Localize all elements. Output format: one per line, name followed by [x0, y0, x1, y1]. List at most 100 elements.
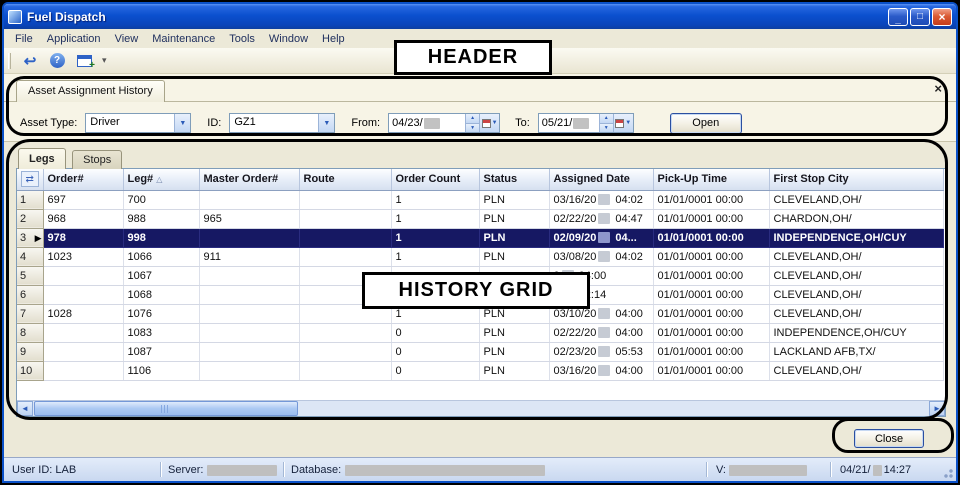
cell-assigned[interactable]: 03/16/20 04:00 [549, 361, 653, 380]
cell-route[interactable] [299, 228, 391, 247]
tab-legs[interactable]: Legs [18, 148, 66, 169]
cell-leg[interactable]: 1087 [123, 342, 199, 361]
column-chooser-button[interactable]: ⇄ [17, 169, 43, 190]
minimize-button[interactable]: _ [888, 8, 908, 26]
tab-stops[interactable]: Stops [72, 150, 122, 169]
cell-city[interactable]: CLEVELAND,OH/ [769, 266, 943, 285]
cell-pickup[interactable]: 01/01/0001 00:00 [653, 323, 769, 342]
cell-city[interactable]: CLEVELAND,OH/ [769, 247, 943, 266]
toolbar-overflow-icon[interactable]: ▾ [102, 55, 107, 66]
asset-type-select[interactable]: Driver ▼ [85, 113, 191, 133]
menu-item-window[interactable]: Window [262, 31, 315, 47]
calendar-button[interactable]: ▼ [479, 114, 499, 132]
cell-pickup[interactable]: 01/01/0001 00:00 [653, 342, 769, 361]
cell-master[interactable] [199, 228, 299, 247]
table-row[interactable]: 16977001PLN03/16/20 04:0201/01/0001 00:0… [17, 190, 943, 209]
cell-order[interactable]: 1023 [43, 247, 123, 266]
column-header-leg[interactable]: Leg#△ [123, 169, 199, 190]
cell-status[interactable]: PLN [479, 209, 549, 228]
cell-order[interactable]: 1028 [43, 304, 123, 323]
cell-master[interactable] [199, 285, 299, 304]
cell-status[interactable]: PLN [479, 228, 549, 247]
table-row[interactable]: 810830PLN02/22/20 04:0001/01/0001 00:00I… [17, 323, 943, 342]
cell-pickup[interactable]: 01/01/0001 00:00 [653, 190, 769, 209]
cell-pickup[interactable]: 01/01/0001 00:00 [653, 285, 769, 304]
to-date-input[interactable]: 05/21/ ▲ ▼ ▼ [538, 113, 634, 133]
cell-assigned[interactable]: 02/23/20 05:53 [549, 342, 653, 361]
menu-item-file[interactable]: File [8, 31, 40, 47]
cell-city[interactable]: CLEVELAND,OH/ [769, 285, 943, 304]
dropdown-arrow-icon[interactable]: ▼ [318, 114, 334, 132]
cell-city[interactable]: INDEPENDENCE,OH/CUY [769, 228, 943, 247]
maximize-button[interactable]: □ [910, 8, 930, 26]
cell-count[interactable]: 1 [391, 190, 479, 209]
cell-assigned[interactable]: 02/22/20 04:00 [549, 323, 653, 342]
cell-pickup[interactable]: 01/01/0001 00:00 [653, 247, 769, 266]
cell-master[interactable] [199, 190, 299, 209]
spin-down-button[interactable]: ▼ [466, 124, 479, 133]
cell-pickup[interactable]: 01/01/0001 00:00 [653, 361, 769, 380]
back-button[interactable]: ↩ [19, 51, 41, 71]
menu-item-application[interactable]: Application [40, 31, 108, 47]
spin-up-button[interactable]: ▲ [466, 114, 479, 124]
column-header-order-count[interactable]: Order Count [391, 169, 479, 190]
from-date-input[interactable]: 04/23/ ▲ ▼ ▼ [388, 113, 500, 133]
cell-route[interactable] [299, 342, 391, 361]
cell-order[interactable]: 697 [43, 190, 123, 209]
cell-leg[interactable]: 700 [123, 190, 199, 209]
close-panel-button[interactable]: Close [854, 429, 924, 448]
id-select[interactable]: GZ1 ▼ [229, 113, 335, 133]
menu-item-tools[interactable]: Tools [222, 31, 262, 47]
menu-item-maintenance[interactable]: Maintenance [145, 31, 222, 47]
cell-count[interactable]: 0 [391, 342, 479, 361]
cell-leg[interactable]: 1076 [123, 304, 199, 323]
column-header-route[interactable]: Route [299, 169, 391, 190]
cell-city[interactable]: CLEVELAND,OH/ [769, 361, 943, 380]
cell-assigned[interactable]: 03/08/20 04:02 [549, 247, 653, 266]
cell-route[interactable] [299, 323, 391, 342]
row-selector[interactable]: 4 [17, 247, 43, 266]
cell-order[interactable] [43, 323, 123, 342]
row-selector[interactable]: 10 [17, 361, 43, 380]
cell-leg[interactable]: 1068 [123, 285, 199, 304]
toolbar-grip[interactable] [8, 53, 11, 69]
cell-master[interactable] [199, 342, 299, 361]
cell-pickup[interactable]: 01/01/0001 00:00 [653, 304, 769, 323]
cell-route[interactable] [299, 361, 391, 380]
cell-order[interactable] [43, 266, 123, 285]
cell-route[interactable] [299, 247, 391, 266]
cell-city[interactable]: INDEPENDENCE,OH/CUY [769, 323, 943, 342]
cell-pickup[interactable]: 01/01/0001 00:00 [653, 228, 769, 247]
cell-assigned[interactable]: 02/09/20 04... [549, 228, 653, 247]
table-row[interactable]: 29689889651PLN02/22/20 04:4701/01/0001 0… [17, 209, 943, 228]
cell-master[interactable] [199, 323, 299, 342]
scroll-right-button[interactable]: ► [929, 401, 945, 416]
cell-order[interactable] [43, 342, 123, 361]
table-row[interactable]: 3▶9789981PLN02/09/20 04...01/01/0001 00:… [17, 228, 943, 247]
cell-leg[interactable]: 1066 [123, 247, 199, 266]
cell-pickup[interactable]: 01/01/0001 00:00 [653, 209, 769, 228]
cell-status[interactable]: PLN [479, 247, 549, 266]
row-selector[interactable]: 7 [17, 304, 43, 323]
dropdown-arrow-icon[interactable]: ▼ [174, 114, 190, 132]
cell-master[interactable]: 911 [199, 247, 299, 266]
scroll-left-button[interactable]: ◄ [17, 401, 33, 416]
cell-order[interactable] [43, 361, 123, 380]
cell-route[interactable] [299, 190, 391, 209]
cell-status[interactable]: PLN [479, 361, 549, 380]
spin-up-button[interactable]: ▲ [600, 114, 613, 124]
cell-count[interactable]: 0 [391, 323, 479, 342]
tab-asset-assignment-history[interactable]: Asset Assignment History [16, 80, 165, 102]
resize-grip[interactable] [941, 466, 954, 479]
cell-city[interactable]: CLEVELAND,OH/ [769, 304, 943, 323]
cell-status[interactable]: PLN [479, 323, 549, 342]
table-row[interactable]: 1011060PLN03/16/20 04:0001/01/0001 00:00… [17, 361, 943, 380]
row-selector[interactable]: 3▶ [17, 228, 43, 247]
row-selector[interactable]: 1 [17, 190, 43, 209]
horizontal-scrollbar[interactable]: ◄ ► [17, 400, 945, 416]
table-row[interactable]: 4102310669111PLN03/08/20 04:0201/01/0001… [17, 247, 943, 266]
cell-count[interactable]: 1 [391, 228, 479, 247]
cell-city[interactable]: LACKLAND AFB,TX/ [769, 342, 943, 361]
cell-order[interactable]: 968 [43, 209, 123, 228]
column-header-status[interactable]: Status [479, 169, 549, 190]
